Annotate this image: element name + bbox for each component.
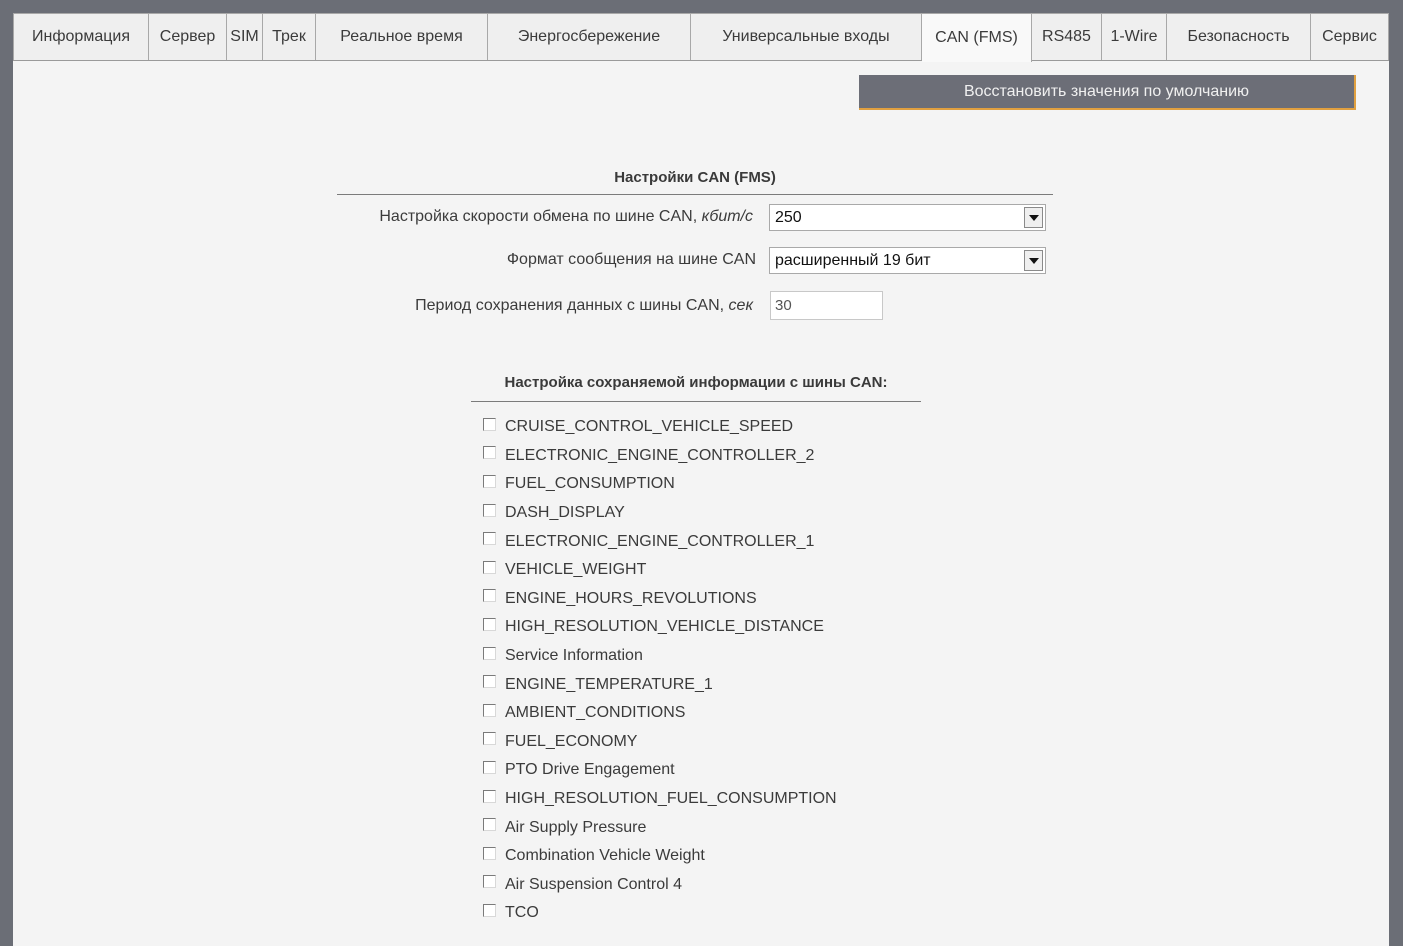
can-speed-value: 250 (775, 208, 802, 226)
save-period-input[interactable] (770, 291, 883, 320)
can-speed-select[interactable]: 250 (769, 204, 1046, 231)
checkbox-row[interactable]: HIGH_RESOLUTION_VEHICLE_DISTANCE (483, 613, 837, 642)
checkbox-label: HIGH_RESOLUTION_FUEL_CONSUMPTION (505, 790, 837, 808)
tab-sim[interactable]: SIM (227, 13, 263, 60)
checkbox-row[interactable]: Combination Vehicle Weight (483, 842, 837, 871)
checkbox-label: Combination Vehicle Weight (505, 847, 705, 865)
checkbox-row[interactable]: VEHICLE_WEIGHT (483, 556, 837, 585)
checkbox-row[interactable]: PTO Drive Engagement (483, 756, 837, 785)
checkbox-label: DASH_DISPLAY (505, 504, 625, 522)
tab-can-fms[interactable]: CAN (FMS) (922, 13, 1032, 62)
checkbox-label: TCO (505, 904, 539, 922)
checkbox-label: ELECTRONIC_ENGINE_CONTROLLER_2 (505, 446, 815, 464)
tab-server[interactable]: Сервер (149, 13, 227, 60)
checkbox-label: PTO Drive Engagement (505, 761, 675, 779)
checkbox-label: Service Information (505, 647, 643, 665)
checkbox-label: ENGINE_HOURS_REVOLUTIONS (505, 589, 757, 607)
checkbox[interactable] (483, 675, 496, 689)
checkbox[interactable] (483, 760, 496, 774)
checkbox-row[interactable]: ENGINE_HOURS_REVOLUTIONS (483, 585, 837, 614)
tab-information[interactable]: Информация (13, 13, 149, 60)
checkbox[interactable] (483, 474, 496, 488)
checkbox-row[interactable]: AMBIENT_CONDITIONS (483, 699, 837, 728)
checkbox[interactable] (483, 732, 496, 746)
checkbox[interactable] (483, 446, 496, 460)
checkbox-label: Air Suspension Control 4 (505, 875, 682, 893)
checkbox[interactable] (483, 617, 496, 631)
checkbox-row[interactable]: FUEL_ECONOMY (483, 728, 837, 757)
checkbox[interactable] (483, 589, 496, 603)
checkbox[interactable] (483, 818, 496, 832)
can-settings-title: Настройки CAN (FMS) (614, 169, 776, 186)
checkbox-row[interactable]: FUEL_CONSUMPTION (483, 470, 837, 499)
tab-bar: Информация Сервер SIM Трек Реальное врем… (13, 13, 1389, 62)
checkbox-label: CRUISE_CONTROL_VEHICLE_SPEED (505, 418, 794, 436)
tab-realtime[interactable]: Реальное время (316, 13, 488, 60)
checkbox-row[interactable]: Air Suspension Control 4 (483, 871, 837, 900)
checkbox[interactable] (483, 417, 496, 431)
tab-1wire[interactable]: 1-Wire (1102, 13, 1167, 60)
checkbox-row[interactable]: Air Supply Pressure (483, 813, 837, 842)
checkbox[interactable] (483, 503, 496, 517)
message-format-select[interactable]: расширенный 19 бит (769, 247, 1046, 274)
tab-security[interactable]: Безопасность (1167, 13, 1311, 60)
checkbox[interactable] (483, 903, 496, 917)
checkbox-row[interactable]: ELECTRONIC_ENGINE_CONTROLLER_2 (483, 442, 837, 471)
checkbox-label: FUEL_ECONOMY (505, 732, 638, 750)
checkbox-label: Air Supply Pressure (505, 818, 647, 836)
can-settings-divider (337, 194, 1053, 195)
checkbox-row[interactable]: ELECTRONIC_ENGINE_CONTROLLER_1 (483, 527, 837, 556)
checkbox-label: AMBIENT_CONDITIONS (505, 704, 686, 722)
checkbox-label: ELECTRONIC_ENGINE_CONTROLLER_1 (505, 532, 815, 550)
checkbox-row[interactable]: CRUISE_CONTROL_VEHICLE_SPEED (483, 413, 837, 442)
checkbox-row[interactable]: HIGH_RESOLUTION_FUEL_CONSUMPTION (483, 785, 837, 814)
tab-service[interactable]: Сервис (1311, 13, 1389, 60)
tab-power-saving[interactable]: Энергосбережение (488, 13, 691, 60)
checkbox-label: ENGINE_TEMPERATURE_1 (505, 675, 713, 693)
message-format-value: расширенный 19 бит (775, 251, 931, 269)
checkbox[interactable] (483, 646, 496, 660)
checkbox-row[interactable]: ENGINE_TEMPERATURE_1 (483, 670, 837, 699)
checkbox[interactable] (483, 789, 496, 803)
tab-universal-inputs[interactable]: Универсальные входы (691, 13, 922, 60)
settings-panel: Информация Сервер SIM Трек Реальное врем… (13, 13, 1389, 946)
format-label: Формат сообщения на шине CAN (506, 251, 756, 268)
checkbox-row[interactable]: TCO (483, 899, 837, 928)
checkbox-label: FUEL_CONSUMPTION (505, 475, 675, 493)
period-label: Период сохранения данных с шины CAN, сек (415, 297, 753, 314)
tab-rs485[interactable]: RS485 (1032, 13, 1102, 60)
tab-track[interactable]: Трек (263, 13, 316, 60)
can-data-checklist: CRUISE_CONTROL_VEHICLE_SPEED ELECTRONIC_E… (483, 413, 837, 928)
checkbox[interactable] (483, 532, 496, 546)
speed-label: Настройка скорости обмена по шине CAN, к… (379, 208, 753, 225)
chevron-down-icon[interactable] (1024, 250, 1043, 271)
checkbox-label: HIGH_RESOLUTION_VEHICLE_DISTANCE (505, 618, 824, 636)
checkbox-row[interactable]: Service Information (483, 642, 837, 671)
saved-info-divider (471, 401, 921, 402)
checkbox[interactable] (483, 703, 496, 717)
chevron-down-icon[interactable] (1024, 207, 1043, 228)
checkbox[interactable] (483, 560, 496, 574)
saved-info-title: Настройка сохраняемой информации с шины … (504, 374, 888, 391)
speed-unit: кбит/с (701, 208, 753, 225)
checkbox[interactable] (483, 875, 496, 889)
checkbox-row[interactable]: DASH_DISPLAY (483, 499, 837, 528)
checkbox-label: VEHICLE_WEIGHT (505, 561, 647, 579)
restore-defaults-button[interactable]: Восстановить значения по умолчанию (859, 75, 1356, 110)
checkbox[interactable] (483, 846, 496, 860)
period-unit: сек (728, 297, 753, 314)
